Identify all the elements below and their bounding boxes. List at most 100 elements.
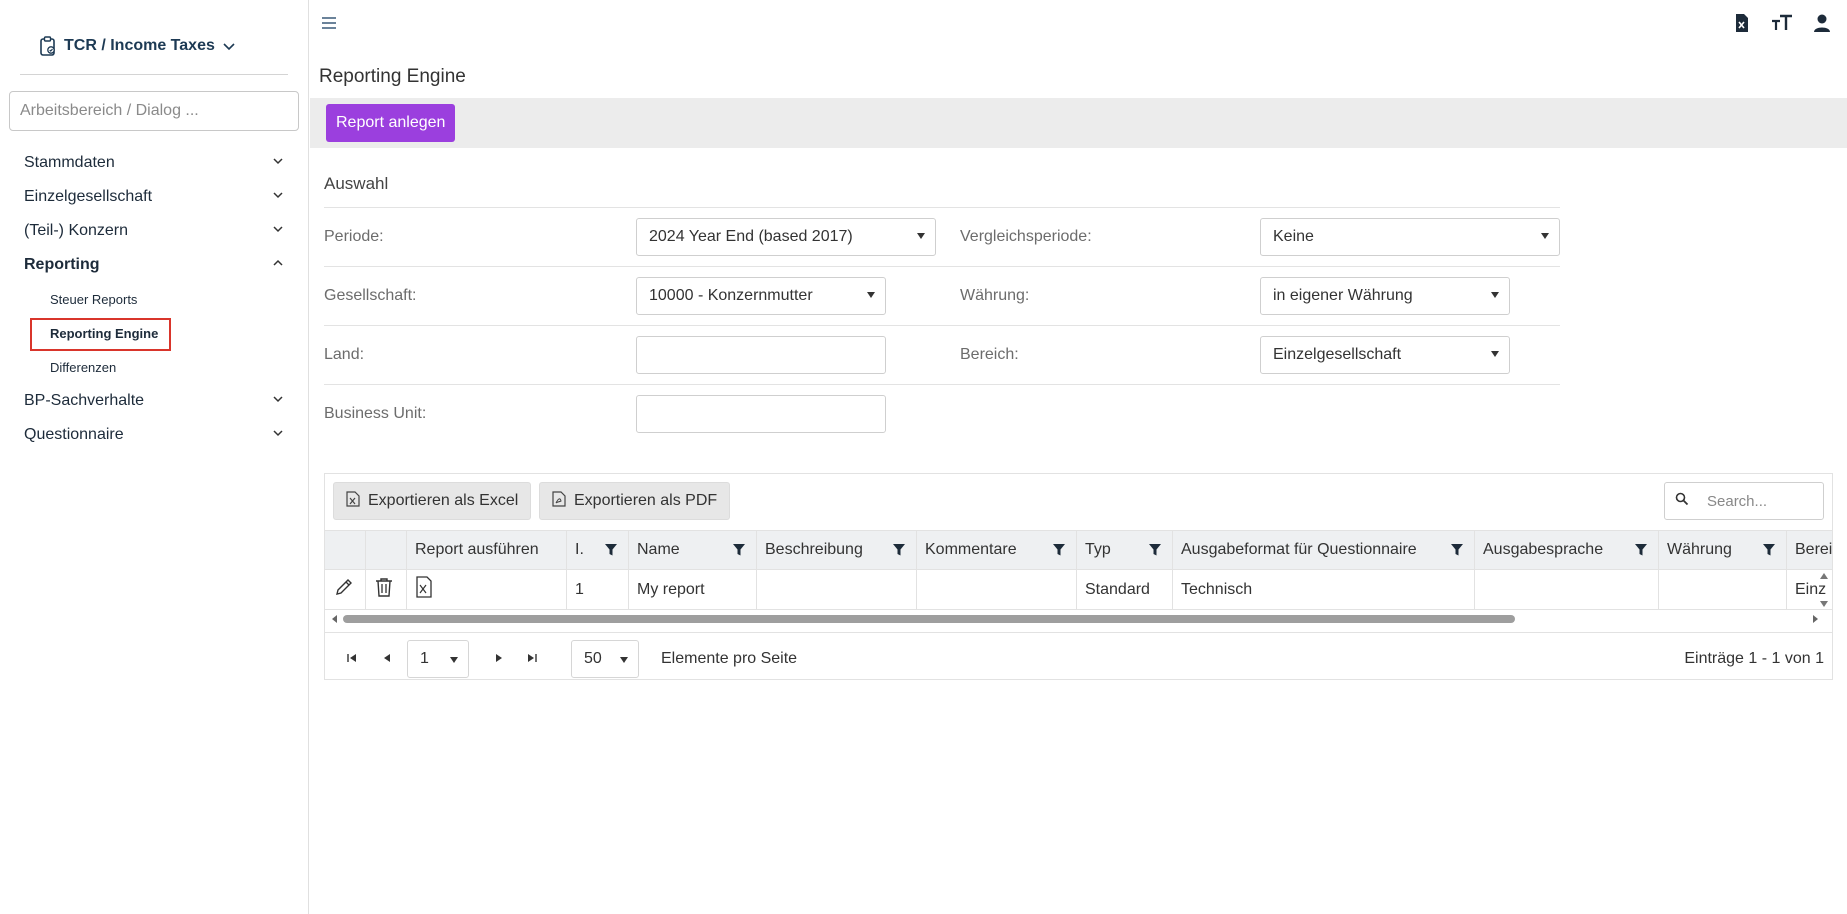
chevron-down-icon bbox=[271, 392, 285, 411]
pdf-file-icon bbox=[552, 490, 566, 512]
column-header-name[interactable]: Name bbox=[629, 531, 757, 569]
column-header-label: Beschreibung bbox=[765, 541, 863, 558]
bereich-label: Bereich: bbox=[960, 346, 1019, 363]
export-excel-label: Exportieren als Excel bbox=[368, 492, 519, 509]
scroll-right-arrow-icon[interactable] bbox=[1811, 615, 1819, 623]
column-header-kommentare[interactable]: Kommentare bbox=[917, 531, 1077, 569]
page-size-select[interactable]: 50 bbox=[571, 640, 639, 678]
search-icon bbox=[1675, 492, 1689, 511]
sidebar: TCR / Income Taxes Stammdaten Einzelgese… bbox=[0, 0, 309, 914]
create-report-button[interactable]: Report anlegen bbox=[326, 104, 456, 142]
horizontal-scrollbar[interactable] bbox=[331, 612, 1819, 626]
kommentare-cell bbox=[917, 570, 1077, 609]
sidebar-item-teil-konzern[interactable]: (Teil-) Konzern bbox=[0, 214, 309, 248]
business-unit-input[interactable] bbox=[636, 395, 886, 433]
sidebar-item-label: Reporting bbox=[24, 256, 100, 273]
filter-icon[interactable] bbox=[892, 543, 906, 557]
column-header-edit bbox=[325, 531, 366, 569]
vergleichsperiode-select[interactable]: Keine bbox=[1260, 218, 1560, 256]
ausgabesprache-cell bbox=[1475, 570, 1659, 609]
sidebar-item-stammdaten[interactable]: Stammdaten bbox=[0, 146, 309, 180]
column-header-report-ausfuehren[interactable]: Report ausführen bbox=[407, 531, 567, 569]
filter-icon[interactable] bbox=[604, 543, 618, 557]
vergleichsperiode-value: Keine bbox=[1273, 228, 1314, 245]
workspace-selector[interactable]: TCR / Income Taxes bbox=[38, 34, 237, 58]
page-number-select[interactable]: 1 bbox=[407, 640, 469, 678]
ausgabeformat-cell: Technisch bbox=[1173, 570, 1475, 609]
page-size-value: 50 bbox=[584, 650, 602, 667]
text-size-icon[interactable] bbox=[1771, 12, 1793, 34]
filter-icon[interactable] bbox=[1148, 543, 1162, 557]
trash-icon[interactable] bbox=[374, 576, 394, 603]
workspace-search-input[interactable] bbox=[9, 91, 299, 131]
page-number-value: 1 bbox=[420, 650, 429, 667]
user-icon[interactable] bbox=[1811, 12, 1833, 34]
column-header-ausgabesprache[interactable]: Ausgabesprache bbox=[1475, 531, 1659, 569]
sidebar-subitem-steuer-reports[interactable]: Steuer Reports bbox=[0, 282, 309, 316]
pencil-icon[interactable] bbox=[333, 576, 355, 603]
column-header-label: Ausgabesprache bbox=[1483, 541, 1604, 558]
column-header-label: Typ bbox=[1085, 541, 1111, 558]
previous-page-icon[interactable] bbox=[381, 651, 395, 663]
caret-down-icon bbox=[620, 657, 628, 663]
column-header-bereich[interactable]: Berei bbox=[1787, 531, 1832, 569]
chevron-down-icon bbox=[221, 38, 237, 54]
column-header-id[interactable]: I. bbox=[567, 531, 629, 569]
sidebar-subitem-differenzen[interactable]: Differenzen bbox=[0, 350, 309, 384]
table-row[interactable]: 1 My report Standard Technisch Einz bbox=[325, 570, 1832, 610]
selection-form: Periode: 2024 Year End (based 2017) Verg… bbox=[324, 207, 1560, 443]
caret-down-icon bbox=[1491, 292, 1499, 298]
id-cell: 1 bbox=[567, 570, 629, 609]
filter-icon[interactable] bbox=[1450, 543, 1464, 557]
page-title: Reporting Engine bbox=[319, 66, 466, 87]
sidebar-item-questionnaire[interactable]: Questionnaire bbox=[0, 418, 309, 452]
vergleichsperiode-label: Vergleichsperiode: bbox=[960, 228, 1092, 245]
action-toolbar: Report anlegen bbox=[310, 98, 1847, 148]
report-ausfuehren-cell bbox=[407, 570, 567, 609]
excel-file-icon[interactable] bbox=[1731, 12, 1753, 34]
sidebar-subitem-reporting-engine[interactable]: Reporting Engine bbox=[0, 316, 309, 351]
column-header-delete bbox=[366, 531, 407, 569]
report-grid: Report ausführen I. Name Beschreibung Ko… bbox=[325, 530, 1832, 628]
column-header-label: Währung bbox=[1667, 541, 1732, 558]
export-excel-button[interactable]: Exportieren als Excel bbox=[333, 482, 532, 520]
bereich-select[interactable]: Einzelgesellschaft bbox=[1260, 336, 1510, 374]
first-page-icon[interactable] bbox=[345, 651, 359, 663]
land-input[interactable] bbox=[636, 336, 886, 374]
caret-down-icon bbox=[1491, 351, 1499, 357]
filter-icon[interactable] bbox=[732, 543, 746, 557]
column-header-label: I. bbox=[575, 541, 584, 558]
name-cell: My report bbox=[629, 570, 757, 609]
scroll-down-arrow-icon[interactable] bbox=[1820, 601, 1828, 607]
sidebar-item-einzelgesellschaft[interactable]: Einzelgesellschaft bbox=[0, 180, 309, 214]
periode-label: Periode: bbox=[324, 228, 384, 245]
sidebar-item-bp-sachverhalte[interactable]: BP-Sachverhalte bbox=[0, 384, 309, 418]
gesellschaft-select[interactable]: 10000 - Konzernmutter bbox=[636, 277, 886, 315]
chevron-down-icon bbox=[271, 188, 285, 207]
edit-cell bbox=[325, 570, 366, 609]
column-header-waehrung[interactable]: Währung bbox=[1659, 531, 1787, 569]
sidebar-item-reporting[interactable]: Reporting bbox=[0, 248, 309, 282]
clipboard-icon bbox=[38, 35, 58, 57]
waehrung-select[interactable]: in eigener Währung bbox=[1260, 277, 1510, 315]
column-header-typ[interactable]: Typ bbox=[1077, 531, 1173, 569]
form-row-gesellschaft: Gesellschaft: 10000 - Konzernmutter Währ… bbox=[324, 266, 1560, 325]
scroll-up-arrow-icon[interactable] bbox=[1820, 573, 1828, 579]
next-page-icon[interactable] bbox=[491, 651, 505, 663]
last-page-icon[interactable] bbox=[525, 651, 539, 663]
filter-icon[interactable] bbox=[1052, 543, 1066, 557]
filter-icon[interactable] bbox=[1762, 543, 1776, 557]
excel-file-icon[interactable] bbox=[415, 576, 433, 603]
column-header-ausgabeformat[interactable]: Ausgabeformat für Questionnaire bbox=[1173, 531, 1475, 569]
periode-select[interactable]: 2024 Year End (based 2017) bbox=[636, 218, 936, 256]
scroll-left-arrow-icon[interactable] bbox=[331, 615, 339, 623]
scrollbar-thumb[interactable] bbox=[343, 615, 1515, 623]
column-header-label: Kommentare bbox=[925, 541, 1017, 558]
grid-search-input[interactable] bbox=[1705, 491, 1815, 511]
workspace-label: TCR / Income Taxes bbox=[64, 37, 215, 54]
export-pdf-button[interactable]: Exportieren als PDF bbox=[539, 482, 731, 520]
beschreibung-cell bbox=[757, 570, 917, 609]
hamburger-menu-icon[interactable] bbox=[320, 14, 338, 32]
filter-icon[interactable] bbox=[1634, 543, 1648, 557]
column-header-beschreibung[interactable]: Beschreibung bbox=[757, 531, 917, 569]
